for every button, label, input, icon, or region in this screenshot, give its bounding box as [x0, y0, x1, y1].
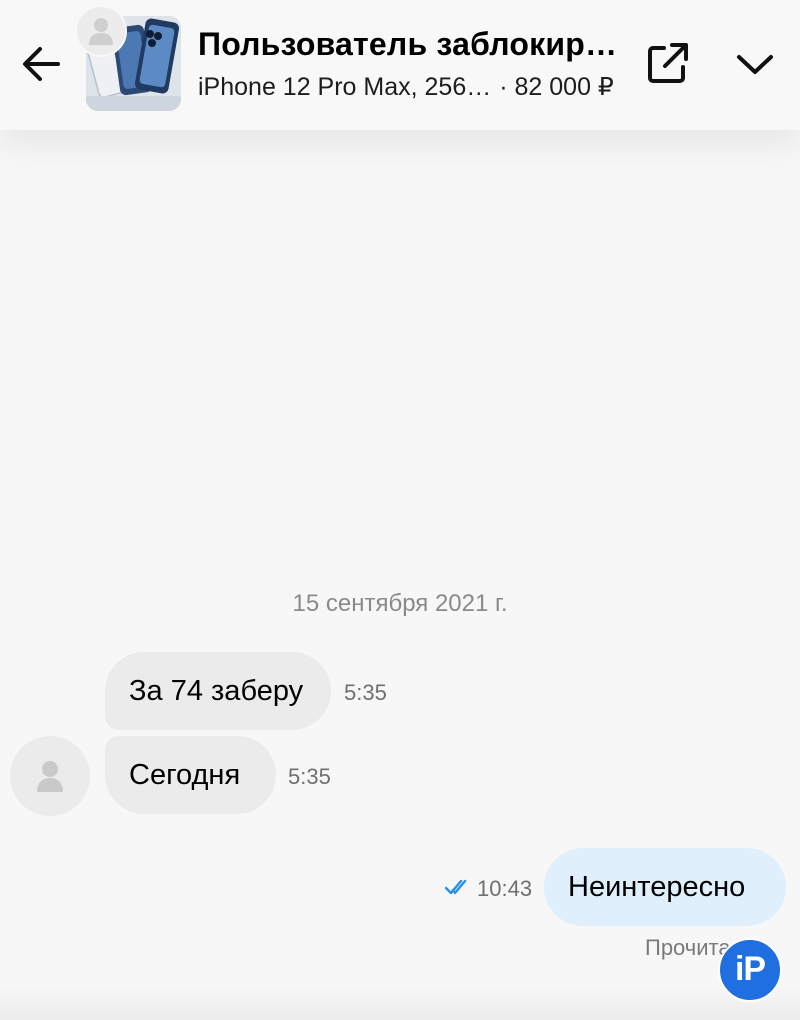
- message-time: 5:35: [288, 764, 331, 789]
- message-bubble-outgoing[interactable]: Неинтересно: [544, 848, 786, 926]
- item-price: · 82 000 ₽: [499, 73, 614, 101]
- bottom-divider: [0, 985, 800, 1020]
- item-name: iPhone 12 Pro Max, 256…: [198, 73, 492, 101]
- arrow-left-icon: [23, 47, 60, 81]
- back-button[interactable]: [18, 40, 66, 88]
- chat-title: Пользователь заблокир…: [198, 26, 618, 62]
- chevron-down-icon: [737, 55, 773, 74]
- watermark-logo: iP: [718, 938, 782, 1002]
- seller-mini-avatar: [75, 5, 127, 57]
- item-summary[interactable]: iPhone 12 Pro Max, 256… · 82 000 ₽: [198, 72, 614, 102]
- read-status: Прочита: [645, 935, 731, 960]
- open-item-button[interactable]: [645, 40, 691, 86]
- message-bubble-incoming[interactable]: Сегодня: [105, 736, 276, 814]
- expand-button[interactable]: [730, 42, 780, 86]
- message-bubble-incoming[interactable]: За 74 заберу: [105, 652, 331, 730]
- message-time: 5:35: [344, 680, 387, 705]
- double-check-icon: [445, 879, 467, 895]
- sender-avatar[interactable]: [10, 736, 90, 816]
- date-separator: 15 сентября 2021 г.: [292, 590, 508, 617]
- person-icon: [89, 18, 113, 45]
- chat-header: Пользователь заблокир… iPhone 12 Pro Max…: [0, 0, 800, 130]
- message-time: 10:43: [477, 876, 533, 901]
- open-external-icon: [648, 43, 688, 83]
- person-icon: [37, 761, 63, 792]
